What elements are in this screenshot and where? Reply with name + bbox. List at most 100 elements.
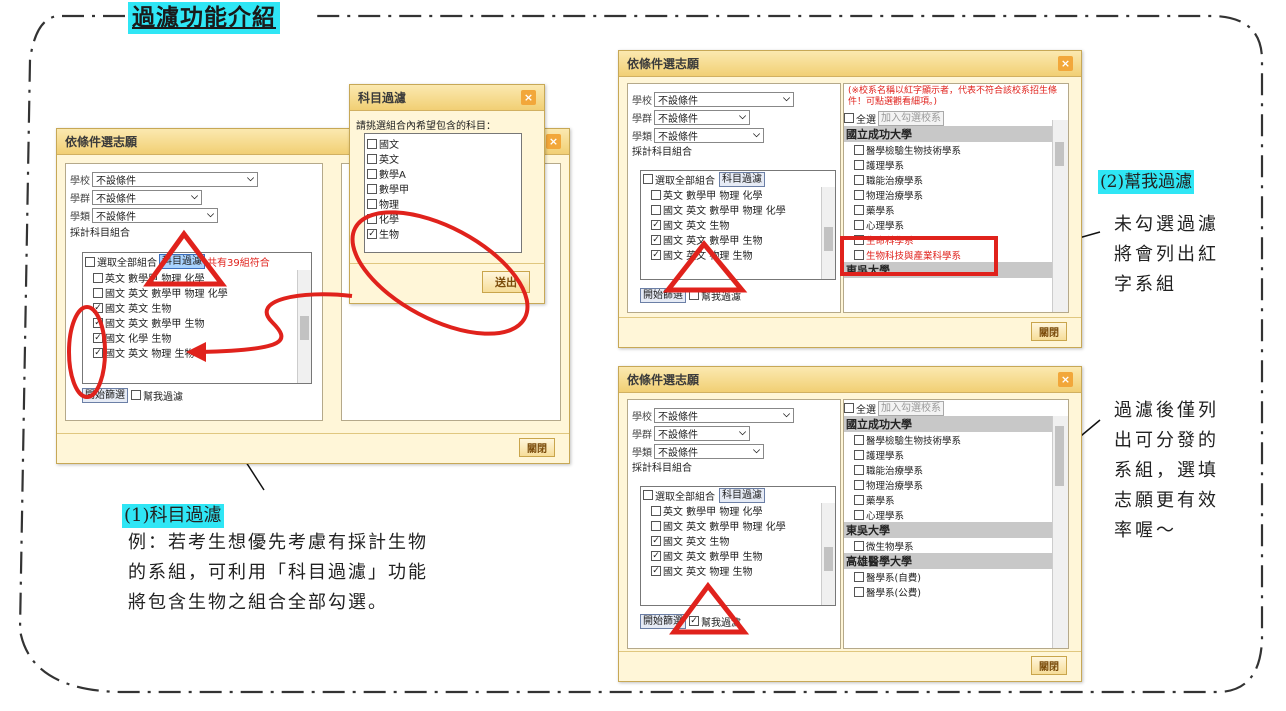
school-select[interactable]: 不設條件 ⌵	[92, 171, 258, 187]
start-filter-button[interactable]: 開始篩選	[82, 387, 128, 403]
subject-filter-button[interactable]: 科目過濾	[159, 254, 205, 269]
department-item[interactable]: 心理學系	[844, 217, 1052, 232]
combo-item[interactable]: 英文 數學甲 物理 化學	[83, 270, 311, 285]
submit-button[interactable]: 送出	[482, 271, 530, 293]
scrollbar[interactable]	[297, 270, 311, 383]
help-filter-checkbox[interactable]: ✓	[689, 616, 699, 626]
combo-item[interactable]: ✓ 國文 英文 數學甲 生物	[641, 232, 835, 247]
school-header: 國立成功大學	[844, 126, 1052, 142]
subject-option[interactable]: 英文	[365, 151, 521, 166]
close-icon[interactable]: ×	[1058, 372, 1073, 387]
subject-option[interactable]: ✓ 生物	[365, 226, 521, 241]
add-selected-button[interactable]: 加入勾選校系	[878, 110, 944, 126]
scrollbar[interactable]	[821, 187, 835, 279]
note-line: 率喔～	[1114, 520, 1177, 541]
department-item[interactable]: 心理學系	[844, 507, 1052, 522]
close-icon[interactable]: ×	[546, 134, 561, 149]
select-all-checkbox[interactable]	[85, 256, 95, 267]
subjects-label: 採計科目組合	[70, 227, 130, 239]
combo-item[interactable]: ✓ 國文 英文 生物	[641, 217, 835, 232]
combo-item[interactable]: 國文 英文 數學甲 物理 化學	[83, 285, 311, 300]
close-button[interactable]: 關閉	[1031, 322, 1067, 341]
department-item[interactable]: 物理治療學系	[844, 187, 1052, 202]
department-item[interactable]: 醫學系(自費)	[844, 569, 1052, 584]
class-select[interactable]: 不設條件 ⌵	[654, 127, 764, 143]
help-filter-label: 幫我過濾	[143, 391, 183, 403]
subject-option[interactable]: 數學甲	[365, 181, 521, 196]
group-label: 學群	[632, 429, 652, 441]
select-all-checkbox[interactable]	[844, 113, 854, 123]
combo-item[interactable]: ✓ 國文 英文 數學甲 生物	[83, 315, 311, 330]
class-select[interactable]: 不設條件 ⌵	[654, 443, 764, 459]
subject-option[interactable]: 數學A	[365, 166, 521, 181]
subject-prompt: 請挑選組合內希望包含的科目：	[356, 121, 496, 132]
combo-item[interactable]: ✓ 國文 英文 生物	[641, 533, 835, 548]
department-item[interactable]: 藥學系	[844, 492, 1052, 507]
combo-item[interactable]: ✓ 國文 英文 物理 生物	[641, 247, 835, 262]
department-item[interactable]: 生物科技與產業科學系	[844, 247, 1052, 262]
department-item[interactable]: 護理學系	[844, 447, 1052, 462]
department-item[interactable]: 藥學系	[844, 202, 1052, 217]
close-icon[interactable]: ×	[1058, 56, 1073, 71]
class-label: 學類	[70, 211, 90, 223]
start-filter-button[interactable]: 開始篩選	[640, 613, 686, 629]
close-button[interactable]: 關閉	[1031, 656, 1067, 675]
school-header: 東吳大學	[844, 522, 1052, 538]
department-item[interactable]: 醫學檢驗生物技術學系	[844, 432, 1052, 447]
close-icon[interactable]: ×	[521, 90, 536, 105]
match-count: 共有39組符合	[207, 258, 270, 269]
filter-pane: 學校 不設條件 ⌵ 學群 不設條件 ⌵ 學類 不設條件 ⌵ 採計科目組合 選取全部組合…	[627, 83, 841, 313]
class-label: 學類	[632, 131, 652, 143]
select-all-label: 全選	[856, 114, 876, 126]
combo-item[interactable]: ✓ 國文 英文 物理 生物	[641, 563, 835, 578]
scrollbar[interactable]	[821, 503, 835, 605]
department-item[interactable]: 醫學檢驗生物技術學系	[844, 142, 1052, 157]
subject-option[interactable]: 物理	[365, 196, 521, 211]
select-all-checkbox[interactable]	[643, 174, 653, 184]
combo-item[interactable]: ✓ 國文 英文 生物	[83, 300, 311, 315]
class-select[interactable]: 不設條件 ⌵	[92, 207, 218, 223]
school-select[interactable]: 不設條件 ⌵	[654, 407, 794, 423]
combo-list: 選取全部組合 科目過濾 英文 數學甲 物理 化學 國文 英文 數學甲 物理 化學 ✓…	[640, 486, 836, 606]
start-filter-button[interactable]: 開始篩選	[640, 287, 686, 303]
department-item[interactable]: 職能治療學系	[844, 172, 1052, 187]
scrollbar[interactable]	[1052, 120, 1068, 312]
subject-filter-button[interactable]: 科目過濾	[719, 171, 765, 187]
note-line: 字系組	[1114, 274, 1177, 295]
select-all-label: 全選	[856, 404, 876, 416]
select-all-checkbox[interactable]	[643, 490, 653, 500]
group-select[interactable]: 不設條件 ⌵	[92, 189, 202, 205]
subject-option[interactable]: 國文	[365, 136, 521, 151]
help-filter-checkbox[interactable]	[689, 290, 699, 300]
department-item[interactable]: 護理學系	[844, 157, 1052, 172]
department-item[interactable]: 微生物學系	[844, 538, 1052, 553]
close-button[interactable]: 關閉	[519, 438, 555, 457]
note-line: 未勾選過濾	[1114, 214, 1219, 235]
note-line: 的系組，可利用「科目過濾」功能	[128, 562, 428, 583]
group-select[interactable]: 不設條件 ⌵	[654, 425, 750, 441]
school-select[interactable]: 不設條件 ⌵	[654, 91, 794, 107]
department-item[interactable]: 醫學系(公費)	[844, 584, 1052, 599]
help-filter-checkbox[interactable]	[131, 390, 141, 400]
department-item[interactable]: 生命科學系	[844, 232, 1052, 247]
subject-filter-button[interactable]: 科目過濾	[719, 487, 765, 503]
group-select[interactable]: 不設條件 ⌵	[654, 109, 750, 125]
combo-item[interactable]: ✓ 國文 英文 物理 生物	[83, 345, 311, 360]
combo-item[interactable]: 國文 英文 數學甲 物理 化學	[641, 518, 835, 533]
combo-item[interactable]: 國文 英文 數學甲 物理 化學	[641, 202, 835, 217]
combo-item[interactable]: 英文 數學甲 物理 化學	[641, 503, 835, 518]
combo-item[interactable]: ✓ 國文 英文 數學甲 生物	[641, 548, 835, 563]
results-pane: (※校系名稱以紅字顯示者，代表不符合該校系招生條件！可點選觀看細項。) 全選 加…	[843, 83, 1069, 313]
subject-option[interactable]: 化學	[365, 211, 521, 226]
add-selected-button[interactable]: 加入勾選校系	[878, 400, 944, 416]
department-item[interactable]: 物理治療學系	[844, 477, 1052, 492]
chevron-down-icon: ⌵	[739, 112, 746, 122]
filter-pane: 學校 不設條件 ⌵ 學群 不設條件 ⌵ 學類 不設條件 ⌵ 採計科目組合 選取全部組合…	[627, 399, 841, 649]
department-item[interactable]: 職能治療學系	[844, 462, 1052, 477]
combo-item[interactable]: ✓ 國文 化學 生物	[83, 330, 311, 345]
scrollbar[interactable]	[1052, 416, 1068, 648]
subject-dialog-title: 科目過濾	[358, 91, 407, 105]
select-all-checkbox[interactable]	[844, 403, 854, 413]
note1-title: (1)科目過濾	[122, 504, 224, 528]
combo-item[interactable]: 英文 數學甲 物理 化學	[641, 187, 835, 202]
